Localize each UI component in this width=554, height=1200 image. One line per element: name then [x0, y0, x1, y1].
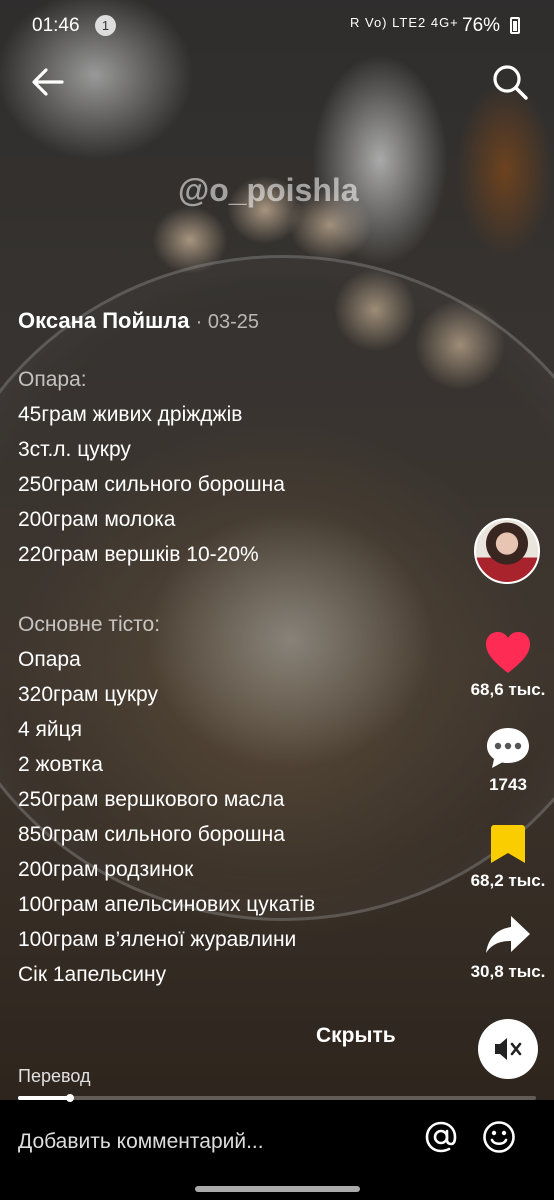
status-bar: 01:46 1 R Vo) LTE2 4G+ 76%	[0, 0, 554, 52]
caption-line: 45грам живих дріжджів	[18, 403, 243, 426]
author-name[interactable]: Оксана Пойшла	[18, 308, 190, 333]
share-arrow-icon	[486, 916, 530, 953]
caption-line: 200грам молока	[18, 508, 176, 531]
battery-percent: 76%	[462, 15, 501, 36]
post-caption[interactable]: Опара: 45грам живих дріжджів 3ст.л. цукру 2…	[18, 362, 458, 992]
author-avatar[interactable]	[474, 518, 540, 584]
like-button[interactable]: 68,6 тыс.	[458, 630, 554, 700]
caption-line: Основне тісто:	[18, 613, 161, 636]
search-button[interactable]	[490, 62, 530, 102]
mention-button[interactable]	[424, 1120, 458, 1154]
heart-icon	[486, 632, 530, 673]
home-indicator	[195, 1186, 360, 1192]
caption-line: Сік 1апельсину	[18, 963, 167, 986]
like-count: 68,6 тыс.	[470, 680, 546, 699]
battery-icon	[510, 17, 520, 34]
caption-line: 250грам вершкового масла	[18, 788, 285, 811]
bookmark-icon	[491, 825, 525, 863]
comment-input[interactable]: Добавить комментарий...	[18, 1130, 264, 1154]
notification-count-badge: 1	[95, 15, 116, 36]
video-progress-bar[interactable]	[18, 1094, 536, 1102]
speaker-muted-icon	[495, 1038, 522, 1060]
at-sign-icon	[425, 1121, 457, 1153]
back-arrow-icon	[32, 68, 64, 96]
emoji-button[interactable]	[482, 1120, 516, 1154]
caption-line: 4 яйця	[18, 718, 83, 741]
caption-line: Опара	[18, 648, 81, 671]
hide-caption-link[interactable]: Скрыть	[316, 1024, 396, 1048]
share-button[interactable]: 30,8 тыс.	[458, 912, 554, 982]
search-icon	[493, 65, 528, 100]
caption-line: 850грам сильного борошна	[18, 823, 285, 846]
post-date: · 03-25	[195, 311, 260, 333]
back-button[interactable]	[28, 62, 68, 102]
author-line: Оксана Пойшла · 03-25	[18, 308, 259, 334]
caption-line: 2 жовтка	[18, 753, 103, 776]
mute-button[interactable]	[478, 1019, 538, 1079]
comment-bubble-icon	[487, 728, 529, 768]
caption-line	[18, 572, 458, 607]
signal-icons: R Vo) LTE2 4G+	[350, 15, 459, 30]
video-watermark: @o_poishla	[178, 172, 359, 208]
translate-link[interactable]: Перевод	[18, 1066, 90, 1087]
caption-line: Опара:	[18, 368, 87, 391]
comment-count: 1743	[489, 775, 527, 794]
status-time: 01:46	[32, 15, 80, 36]
caption-line: 100грам в’яленої журавлини	[18, 928, 297, 951]
video-progress-fill	[18, 1096, 70, 1100]
share-count: 30,8 тыс.	[470, 962, 546, 981]
comments-button[interactable]: 1743	[458, 725, 554, 795]
caption-line: 320грам цукру	[18, 683, 158, 706]
caption-line: 100грам апельсинових цукатів	[18, 893, 316, 916]
smiley-icon	[483, 1121, 515, 1153]
caption-line: 250грам сильного борошна	[18, 473, 285, 496]
caption-line: 220грам вершків 10-20%	[18, 543, 259, 566]
comment-bar: Добавить комментарий...	[0, 1102, 554, 1200]
favorite-button[interactable]: 68,2 тыс.	[458, 823, 554, 891]
favorite-count: 68,2 тыс.	[470, 871, 546, 890]
video-progress-handle[interactable]	[65, 1094, 74, 1102]
caption-line: 3ст.л. цукру	[18, 438, 131, 461]
caption-line: 200грам родзинок	[18, 858, 194, 881]
